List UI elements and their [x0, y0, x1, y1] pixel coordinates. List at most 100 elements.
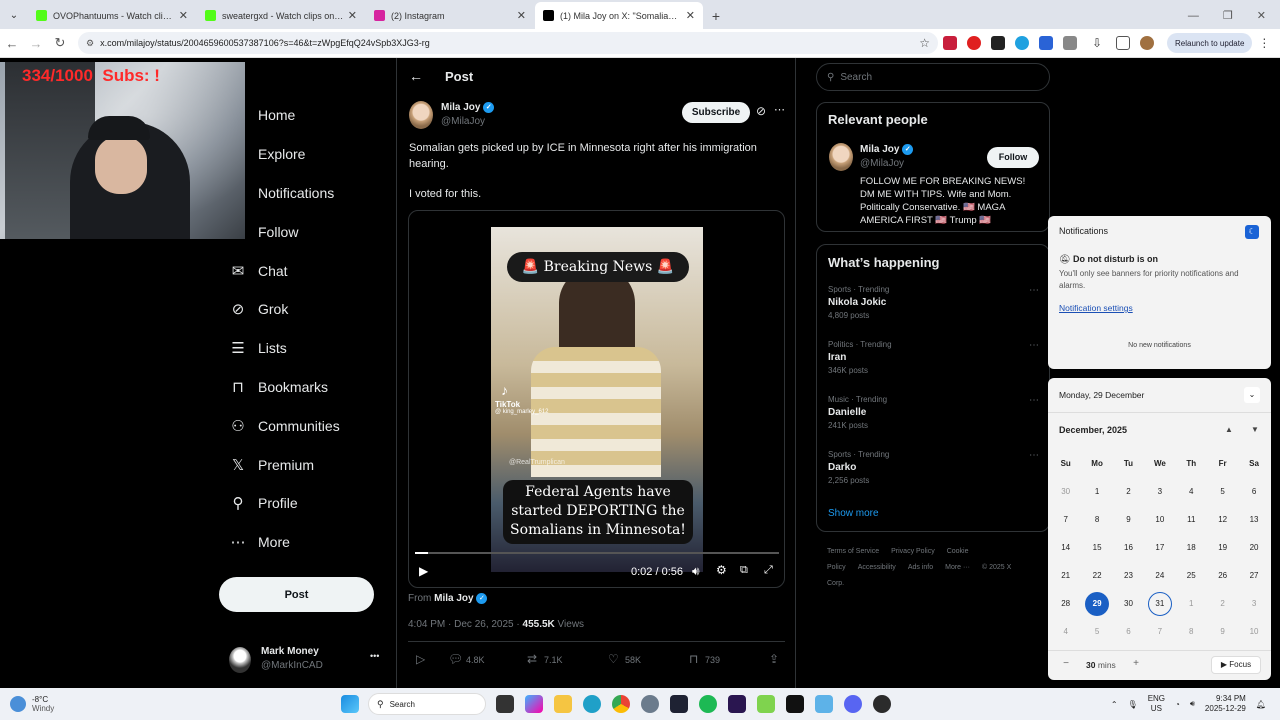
- nav-item-premium[interactable]: 𝕏 Premium: [220, 445, 390, 484]
- task-view-icon[interactable]: [495, 695, 514, 713]
- calendar-day[interactable]: 30: [1113, 590, 1144, 618]
- focus-button[interactable]: ▶ Focus: [1211, 656, 1261, 674]
- bookmark-icon[interactable]: ⊓: [689, 652, 698, 666]
- calendar-month[interactable]: December, 2025: [1059, 425, 1127, 435]
- increase-focus-button[interactable]: +: [1129, 658, 1143, 672]
- like-icon[interactable]: ♡: [608, 652, 619, 666]
- download-icon[interactable]: ⇩: [1092, 36, 1106, 50]
- calendar-day[interactable]: 1: [1081, 478, 1112, 506]
- video-player[interactable]: 🚨 Breaking News 🚨 ♪ TikTok @ king_marley…: [408, 210, 785, 588]
- trend-item[interactable]: Sports · Trending Darko 2,256 posts ⋯: [828, 450, 1043, 491]
- app-icon[interactable]: [814, 695, 833, 713]
- premiere-icon[interactable]: [727, 695, 746, 713]
- calendar-day[interactable]: 18: [1176, 534, 1207, 562]
- footer-link[interactable]: Ads info: [908, 564, 933, 571]
- reload-icon[interactable]: ↻: [48, 35, 72, 51]
- calendar-day[interactable]: 13: [1238, 506, 1269, 534]
- avatar[interactable]: [409, 101, 433, 129]
- file-explorer-icon[interactable]: [553, 695, 572, 713]
- tab-close-icon[interactable]: ✕: [686, 9, 695, 22]
- browser-menu-icon[interactable]: ⋮: [1258, 36, 1270, 50]
- calendar-day[interactable]: 10: [1144, 506, 1175, 534]
- taskbar-search-box[interactable]: ⚲ Search: [368, 693, 486, 715]
- calendar-day[interactable]: 2: [1207, 590, 1238, 618]
- from-name[interactable]: Mila Joy: [434, 593, 473, 604]
- footer-link[interactable]: Privacy Policy: [891, 548, 935, 555]
- calendar-day[interactable]: 4: [1050, 618, 1081, 646]
- calendar-day[interactable]: 23: [1113, 562, 1144, 590]
- calendar-day[interactable]: 26: [1207, 562, 1238, 590]
- calendar-day[interactable]: 20: [1238, 534, 1269, 562]
- show-more-link[interactable]: Show more: [828, 508, 879, 519]
- terminal-icon[interactable]: [669, 695, 688, 713]
- calendar-day[interactable]: 1: [1176, 590, 1207, 618]
- author-name[interactable]: Mila Joy: [441, 102, 480, 113]
- back-arrow-icon[interactable]: ←: [409, 68, 423, 84]
- calendar-day[interactable]: 8: [1081, 506, 1112, 534]
- calendar-day[interactable]: 6: [1113, 618, 1144, 646]
- app-icon[interactable]: [756, 695, 775, 713]
- footer-link[interactable]: Terms of Service: [827, 548, 879, 555]
- chrome-icon[interactable]: [611, 695, 630, 713]
- share-icon[interactable]: ⇪: [769, 652, 779, 666]
- nav-item-lists[interactable]: ☰ Lists: [220, 329, 390, 368]
- calendar-day[interactable]: 12: [1207, 506, 1238, 534]
- calendar-day[interactable]: 3: [1238, 590, 1269, 618]
- extension-icon[interactable]: [967, 36, 981, 50]
- calendar-day[interactable]: 5: [1207, 478, 1238, 506]
- fullscreen-icon[interactable]: ⤢: [764, 564, 773, 577]
- calendar-day[interactable]: 25: [1176, 562, 1207, 590]
- calendar-day[interactable]: 3: [1144, 478, 1175, 506]
- prev-month-icon[interactable]: ▲: [1225, 425, 1233, 434]
- calendar-day[interactable]: 24: [1144, 562, 1175, 590]
- browser-tab[interactable]: sweatergxd - Watch clips on Ki ✕: [197, 2, 365, 29]
- collapse-calendar-icon[interactable]: ⌄: [1244, 387, 1260, 403]
- language-indicator[interactable]: ENG US: [1148, 694, 1165, 714]
- maximize-icon[interactable]: ❐: [1223, 9, 1233, 22]
- browser-tab[interactable]: (2) Instagram ✕: [366, 2, 534, 29]
- calendar-day[interactable]: 31: [1147, 592, 1172, 616]
- notification-bell-icon[interactable]: 🔔︎: [1256, 700, 1266, 709]
- calendar-day[interactable]: 22: [1081, 562, 1112, 590]
- calendar-day[interactable]: 11: [1176, 506, 1207, 534]
- account-switcher[interactable]: Mark Money @MarkInCAD •••: [229, 645, 389, 675]
- nav-item-communities[interactable]: ⚇ Communities: [220, 406, 390, 445]
- calendar-day[interactable]: 17: [1144, 534, 1175, 562]
- tab-close-icon[interactable]: ✕: [179, 9, 188, 22]
- extension-icon[interactable]: [1015, 36, 1029, 50]
- discord-icon[interactable]: [843, 695, 862, 713]
- close-window-icon[interactable]: ✕: [1257, 9, 1266, 22]
- repost-icon[interactable]: ⇄: [527, 652, 537, 666]
- new-tab-button[interactable]: +: [704, 2, 728, 29]
- nav-item-chat[interactable]: ✉ Chat: [220, 251, 390, 290]
- browser-tab[interactable]: (1) Mila Joy on X: "Somalian ge ✕: [535, 2, 703, 29]
- weather-widget[interactable]: -8°C Windy: [0, 695, 70, 713]
- nav-item-more[interactable]: ⋯ More: [220, 523, 390, 562]
- pip-icon[interactable]: ⧉: [740, 564, 748, 577]
- tab-close-icon[interactable]: ✕: [517, 9, 526, 22]
- calendar-day[interactable]: 14: [1050, 534, 1081, 562]
- relaunch-button[interactable]: Relaunch to update: [1167, 33, 1253, 53]
- address-bar[interactable]: ⚙ x.com/milajoy/status/20046596005373871…: [78, 32, 938, 54]
- calendar-day[interactable]: 21: [1050, 562, 1081, 590]
- calendar-day[interactable]: 7: [1050, 506, 1081, 534]
- video-progress-track[interactable]: [415, 552, 779, 554]
- trend-more-icon[interactable]: ⋯: [1029, 340, 1039, 351]
- clock[interactable]: 9:34 PM 2025-12-29: [1205, 694, 1246, 714]
- post-more-icon[interactable]: ⋯: [774, 103, 785, 116]
- calendar-day[interactable]: 8: [1176, 618, 1207, 646]
- nav-item-explore[interactable]: Explore: [220, 135, 390, 174]
- back-icon[interactable]: ←: [0, 36, 24, 51]
- next-month-icon[interactable]: ▼: [1251, 425, 1259, 434]
- tray-chevron-icon[interactable]: ⌃: [1111, 700, 1118, 709]
- volume-icon[interactable]: 🔊︎: [1190, 699, 1195, 709]
- nav-item-home[interactable]: Home: [220, 96, 390, 135]
- post-timestamp[interactable]: 4:04 PM · Dec 26, 2025 ·: [408, 619, 523, 630]
- dnd-toggle-icon[interactable]: ☾: [1245, 225, 1259, 239]
- trend-item[interactable]: Sports · Trending Nikola Jokic 4,809 posts…: [828, 285, 1043, 326]
- person-name[interactable]: Mila Joy: [860, 144, 899, 155]
- nav-item-profile[interactable]: ⚲ Profile: [220, 484, 390, 523]
- site-info-icon[interactable]: ⚙: [86, 38, 94, 49]
- compose-post-button[interactable]: Post: [219, 577, 374, 612]
- search-input[interactable]: ⚲ Search: [816, 63, 1050, 91]
